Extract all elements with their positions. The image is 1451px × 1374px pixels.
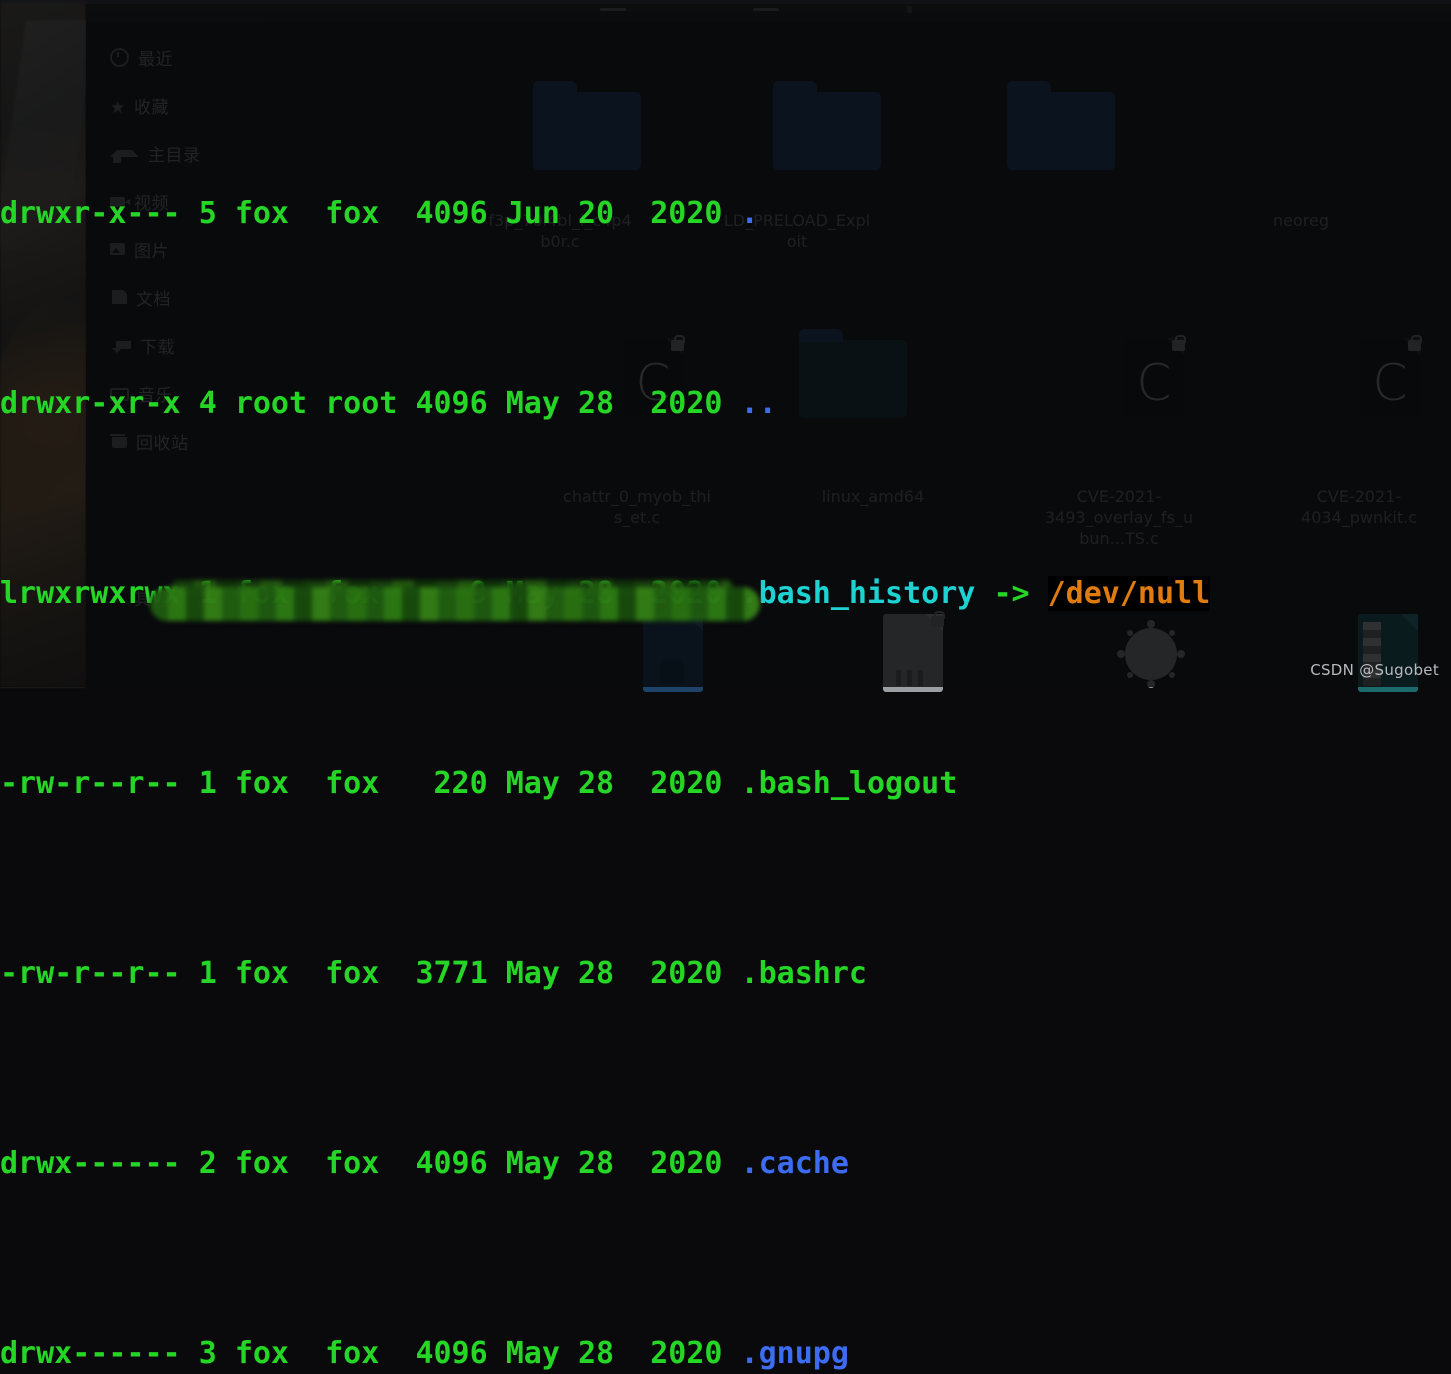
ls-month: May	[505, 1336, 560, 1371]
ls-day: 28	[578, 1336, 615, 1371]
ls-size: 4096	[415, 386, 488, 421]
ls-year: 2020	[650, 196, 723, 231]
ls-size: 220	[433, 766, 488, 801]
ls-month: May	[505, 386, 560, 421]
ls-perm: drwx------	[0, 1146, 181, 1181]
ls-size: 4096	[415, 196, 488, 231]
ls-links: 5	[198, 196, 217, 231]
ls-perm: -rw-r--r--	[0, 956, 181, 991]
ls-links: 2	[198, 1146, 217, 1181]
ls-day: 28	[578, 956, 615, 991]
ls-size: 3771	[415, 956, 488, 991]
ls-year: 2020	[650, 1146, 723, 1181]
terminal-window[interactable]: total 48 drwxr-x--- 5 fox fox 4096 Jun 2…	[0, 0, 1451, 1371]
ls-day: 28	[578, 1146, 615, 1181]
ls-owner: fox	[234, 1336, 289, 1371]
ls-group: fox	[325, 196, 380, 231]
ls-month: May	[505, 956, 560, 991]
ls-group: root	[325, 386, 398, 421]
ls-name[interactable]: ..	[741, 386, 777, 421]
ls-year: 2020	[650, 956, 723, 991]
ls-owner: root	[234, 386, 308, 421]
flag-redaction-overlay	[150, 587, 760, 621]
ls-year: 2020	[650, 386, 723, 421]
ls-owner: fox	[234, 766, 289, 801]
ls-size: 4096	[415, 1336, 488, 1371]
ls-year: 2020	[650, 1336, 723, 1371]
ls-month: May	[505, 766, 560, 801]
ls-name[interactable]: .bashrc	[741, 956, 867, 991]
ls-row: drwx------ 2 fox fox 4096 May 28 2020 .c…	[0, 1140, 1451, 1188]
ls-day: 20	[578, 196, 615, 231]
ls-year: 2020	[650, 766, 723, 801]
ls-owner: fox	[234, 1146, 289, 1181]
ls-perm: drwxr-xr-x	[0, 386, 181, 421]
ls-links: 3	[198, 1336, 217, 1371]
ls-row: drwx------ 3 fox fox 4096 May 28 2020 .g…	[0, 1330, 1451, 1374]
ls-links: 1	[198, 766, 217, 801]
ls-name[interactable]: .gnupg	[741, 1336, 849, 1371]
watermark: CSDN @Sugobet	[1310, 661, 1439, 679]
ls-links: 4	[198, 386, 217, 421]
symlink-arrow: ->	[993, 576, 1030, 611]
ls-row: -rw-r--r-- 1 fox fox 3771 May 28 2020 .b…	[0, 950, 1451, 998]
ls-day: 28	[578, 386, 615, 421]
ls-day: 28	[578, 766, 615, 801]
symlink-target[interactable]: /dev/null	[1047, 576, 1211, 611]
ls-month: Jun	[505, 196, 560, 231]
terminal-total-line: total 48	[0, 0, 145, 12]
ls-group: fox	[325, 956, 380, 991]
ls-owner: fox	[234, 956, 289, 991]
ls-links: 1	[198, 956, 217, 991]
ls-name[interactable]: .bash_history	[741, 576, 976, 611]
ls-month: May	[505, 1146, 560, 1181]
ls-group: fox	[325, 1146, 380, 1181]
ls-name[interactable]: .bash_logout	[741, 766, 958, 801]
ls-group: fox	[325, 1336, 380, 1371]
ls-row: drwxr-x--- 5 fox fox 4096 Jun 20 2020 .	[0, 190, 1451, 238]
ls-name[interactable]: .cache	[741, 1146, 849, 1181]
ls-perm: drwxr-x---	[0, 196, 181, 231]
ls-perm: drwx------	[0, 1336, 181, 1371]
ls-row: drwxr-xr-x 4 root root 4096 May 28 2020 …	[0, 380, 1451, 428]
ls-name[interactable]: .	[741, 196, 759, 231]
ls-owner: fox	[234, 196, 289, 231]
ls-size: 4096	[415, 1146, 488, 1181]
ls-row: -rw-r--r-- 1 fox fox 220 May 28 2020 .ba…	[0, 760, 1451, 808]
ls-perm: -rw-r--r--	[0, 766, 181, 801]
ls-group: fox	[325, 766, 380, 801]
